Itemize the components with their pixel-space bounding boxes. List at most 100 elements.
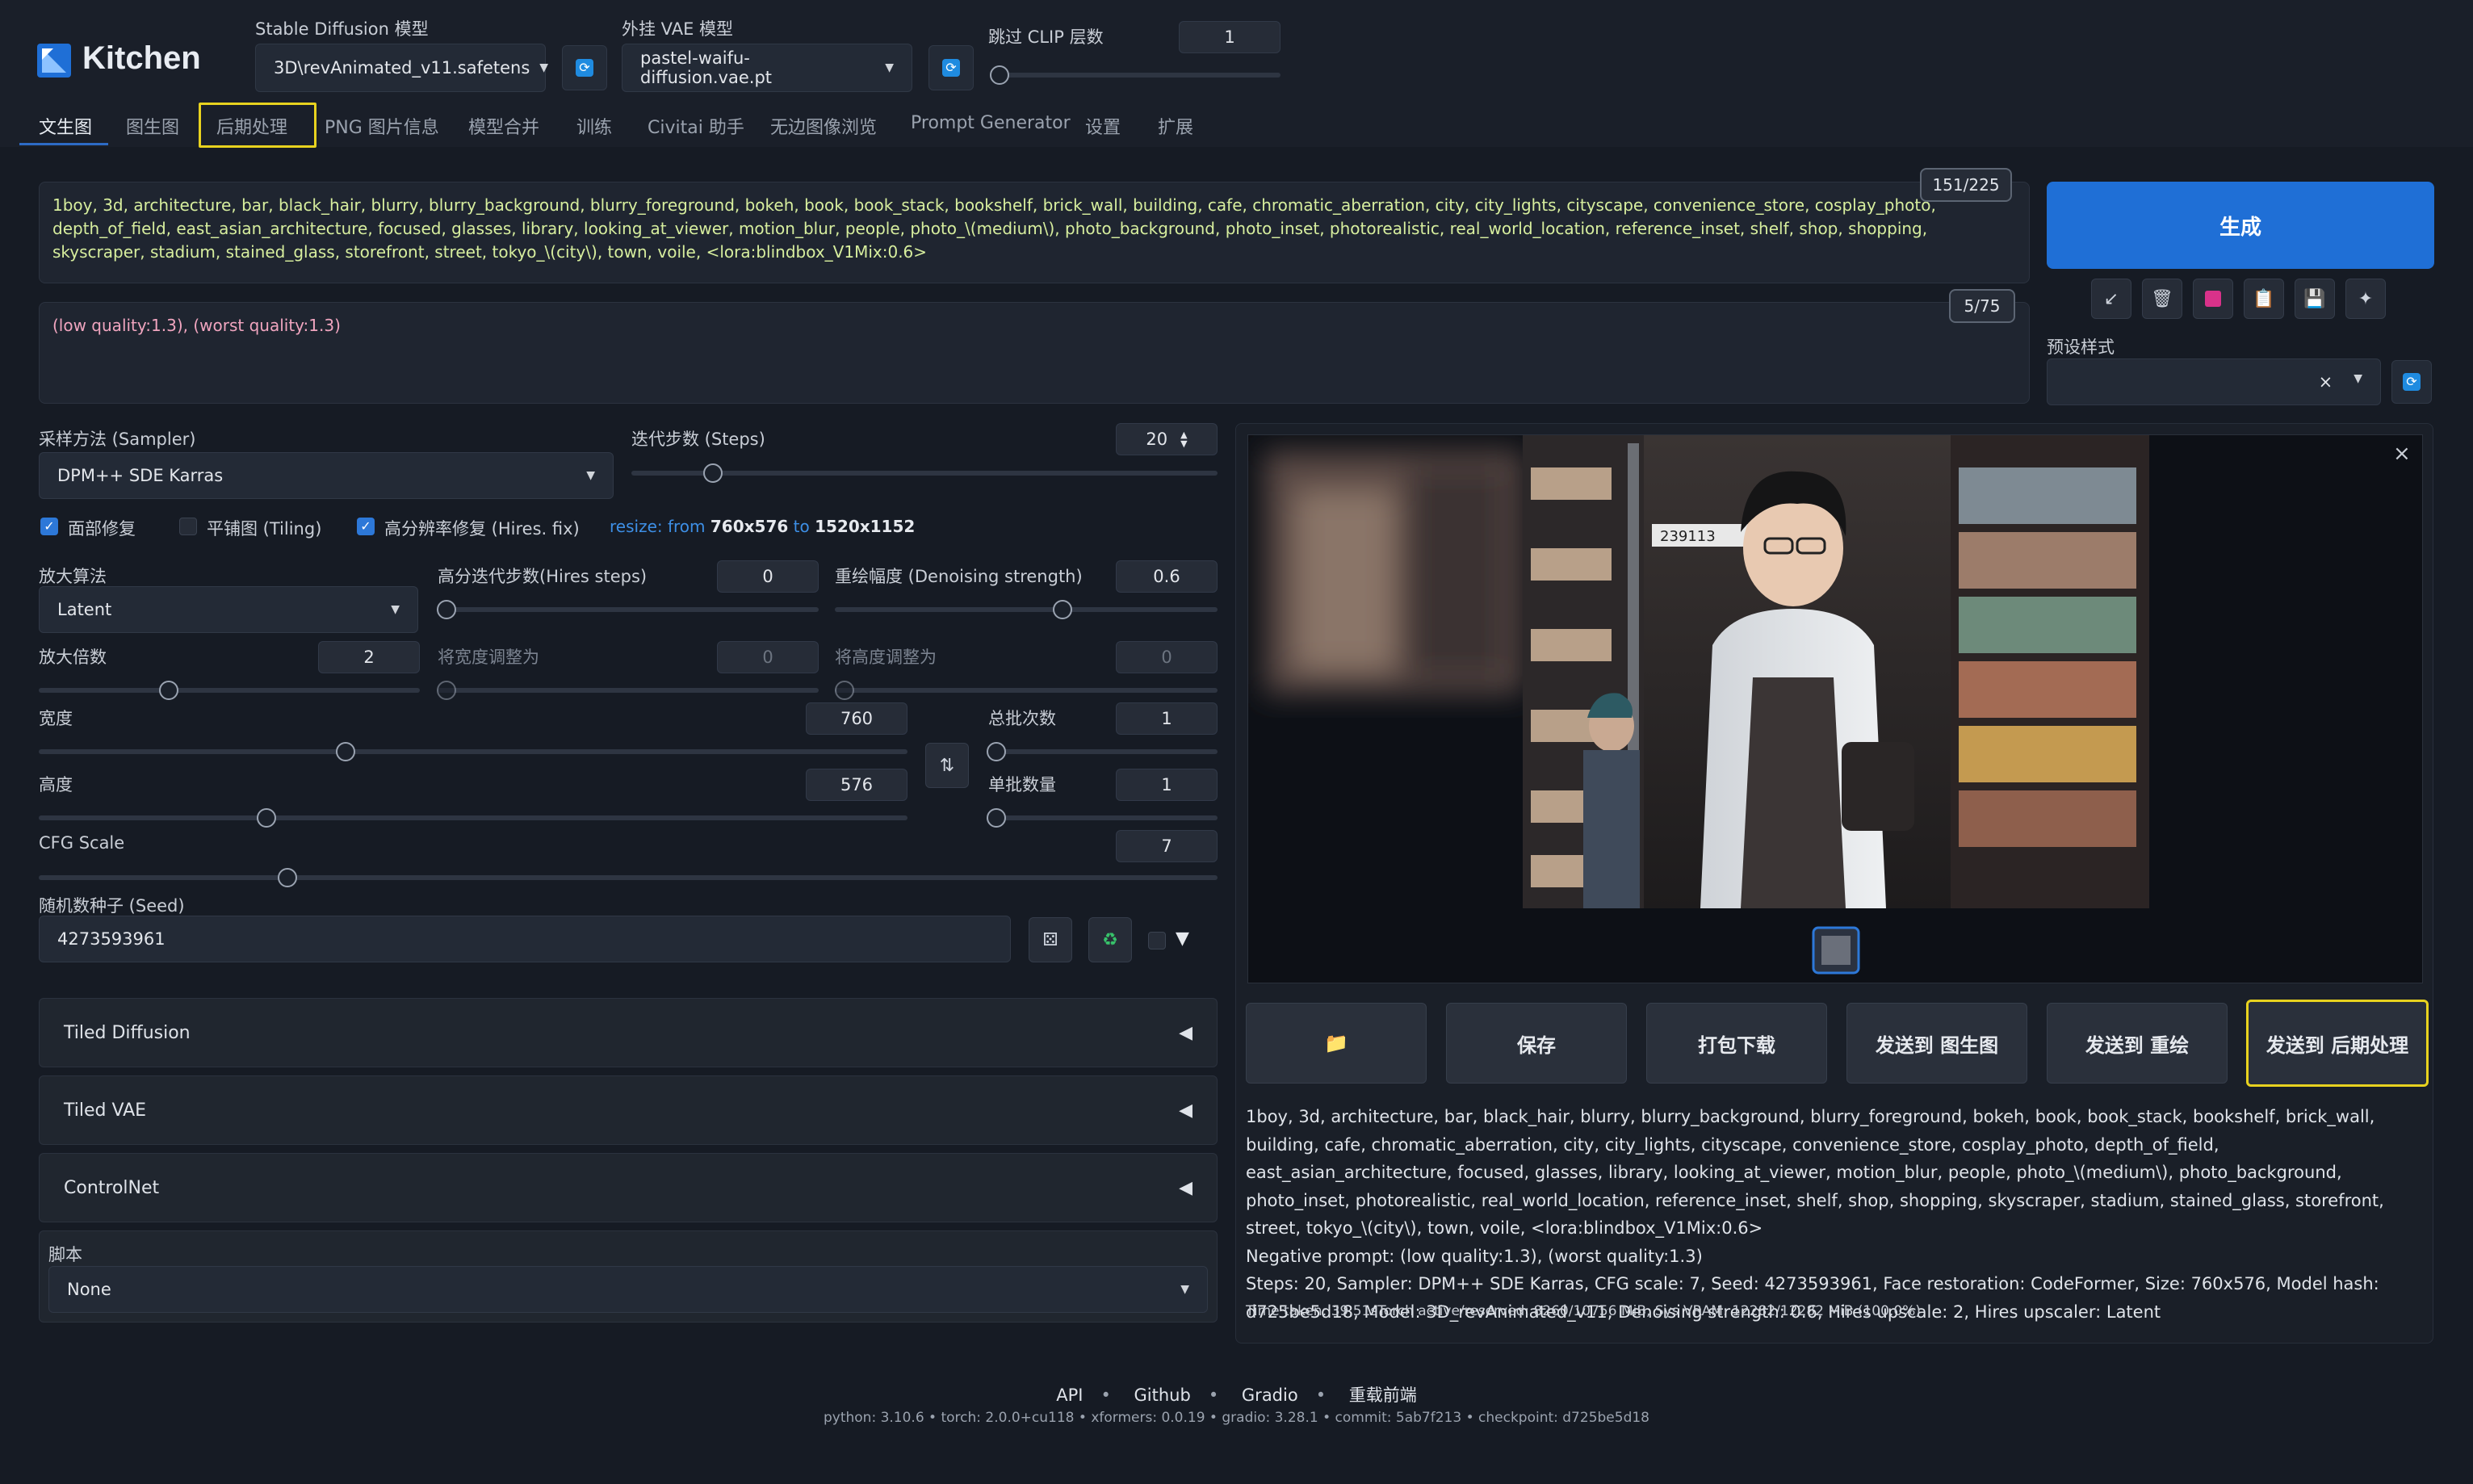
steps-slider-thumb[interactable] xyxy=(703,463,723,483)
resize-width-slider-thumb[interactable] xyxy=(437,681,456,700)
width-label: 宽度 xyxy=(39,709,73,728)
width-input[interactable]: 760 xyxy=(806,702,907,735)
accordion-tiled-vae[interactable]: Tiled VAE ◀ xyxy=(39,1075,1218,1145)
resize-width-input[interactable]: 0 xyxy=(717,641,819,673)
tab-civitai-helper[interactable]: Civitai 助手 xyxy=(648,113,744,139)
upscaler-select[interactable]: Latent ▼ xyxy=(39,586,418,633)
resize-width-slider-track[interactable] xyxy=(438,688,819,693)
hires-steps-input[interactable]: 0 xyxy=(717,560,819,593)
batch-size-slider-thumb[interactable] xyxy=(987,808,1006,828)
resize-height-input[interactable]: 0 xyxy=(1116,641,1218,673)
resize-height-label: 将高度调整为 xyxy=(835,648,937,667)
script-select[interactable]: None ▼ xyxy=(48,1266,1208,1313)
steps-input[interactable]: 20 ▲ ▼ xyxy=(1116,423,1218,455)
save-icon[interactable]: 💾 xyxy=(2295,279,2335,319)
denoise-label: 重绘幅度 (Denoising strength) xyxy=(835,567,1083,586)
upscale-by-slider-track[interactable] xyxy=(39,688,420,693)
negative-prompt-box[interactable]: (low quality:1.3), (worst quality:1.3) xyxy=(39,302,2030,404)
tab-settings[interactable]: 设置 xyxy=(1085,113,1121,139)
footer-link-api[interactable]: API xyxy=(1056,1385,1083,1405)
seed-input[interactable]: 4273593961 xyxy=(39,916,1011,962)
send-to-extras-button[interactable]: 发送到 后期处理 xyxy=(2246,1000,2429,1087)
width-slider-track[interactable] xyxy=(39,749,907,754)
image-gallery[interactable]: 239113 × xyxy=(1247,434,2423,983)
accordion-tiled-diffusion[interactable]: Tiled Diffusion ◀ xyxy=(39,998,1218,1067)
save-button[interactable]: 保存 xyxy=(1446,1003,1627,1084)
upscale-by-input[interactable]: 2 xyxy=(318,641,420,673)
batch-count-slider-track[interactable] xyxy=(988,749,1218,754)
preset-refresh-button[interactable]: ⟳ xyxy=(2391,360,2432,404)
resize-height-slider-track[interactable] xyxy=(835,688,1218,693)
tiling-label: 平铺图 (Tiling) xyxy=(207,519,322,539)
reuse-seed-recycle-icon[interactable]: ♻ xyxy=(1088,917,1132,962)
vae-select[interactable]: pastel-waifu-diffusion.vae.pt ▼ xyxy=(622,44,912,92)
magic-icon[interactable]: ✦ xyxy=(2345,279,2386,319)
sd-model-refresh-button[interactable]: ⟳ xyxy=(562,45,607,90)
extra-seed-checkbox[interactable] xyxy=(1148,932,1166,950)
extra-seed-toggle-icon[interactable]: ▼ xyxy=(1176,929,1189,949)
sampler-select[interactable]: DPM++ SDE Karras ▼ xyxy=(39,452,614,499)
swap-dimensions-icon[interactable]: ⇅ xyxy=(925,743,969,788)
random-seed-dice-icon[interactable]: ⚄ xyxy=(1029,917,1072,962)
tiling-checkbox[interactable] xyxy=(179,518,197,535)
denoise-slider-track[interactable] xyxy=(835,607,1218,612)
positive-prompt-box[interactable]: 1boy, 3d, architecture, bar, black_hair,… xyxy=(39,182,2030,283)
cfg-scale-slider-track[interactable] xyxy=(39,875,1218,880)
preset-styles-label: 预设样式 xyxy=(2047,337,2115,357)
chevron-down-icon: ▼ xyxy=(539,61,549,74)
send-to-inpaint-button[interactable]: 发送到 重绘 xyxy=(2047,1003,2228,1084)
tab-train[interactable]: 训练 xyxy=(576,113,612,139)
preset-styles-select[interactable]: × ▼ xyxy=(2047,358,2381,405)
height-slider-thumb[interactable] xyxy=(257,808,276,828)
clear-icon[interactable]: × xyxy=(2319,372,2333,392)
width-slider-thumb[interactable] xyxy=(336,742,355,761)
sd-model-select[interactable]: 3D\revAnimated_v11.safetens ▼ xyxy=(255,44,549,92)
tab-checkpoint-merger[interactable]: 模型合并 xyxy=(468,113,539,139)
open-folder-button[interactable]: 📁 xyxy=(1246,1003,1427,1084)
footer-link-github[interactable]: Github xyxy=(1134,1385,1191,1405)
hires-fix-checkbox[interactable]: ✓ xyxy=(357,518,375,535)
clip-skip-input[interactable]: 1 xyxy=(1179,21,1281,53)
height-slider-track[interactable] xyxy=(39,815,907,820)
clip-skip-slider-thumb[interactable] xyxy=(990,65,1009,85)
batch-count-slider-thumb[interactable] xyxy=(987,742,1006,761)
footer-link-reload[interactable]: 重载前端 xyxy=(1349,1385,1417,1405)
tab-txt2img[interactable]: 文生图 xyxy=(39,113,92,139)
trash-icon[interactable]: 🗑 xyxy=(2142,279,2182,319)
chevron-down-icon: ▼ xyxy=(586,469,595,482)
tab-infinite-image-browsing[interactable]: 无边图像浏览 xyxy=(770,113,877,139)
denoise-input[interactable]: 0.6 xyxy=(1116,560,1218,593)
upscale-by-slider-thumb[interactable] xyxy=(159,681,178,700)
height-input[interactable]: 576 xyxy=(806,769,907,801)
vae-refresh-button[interactable]: ⟳ xyxy=(928,45,974,90)
denoise-slider-thumb[interactable] xyxy=(1053,600,1072,619)
resize-width-label: 将宽度调整为 xyxy=(438,648,539,667)
tab-img2img[interactable]: 图生图 xyxy=(126,113,179,139)
batch-size-input[interactable]: 1 xyxy=(1116,769,1218,801)
hires-steps-slider-thumb[interactable] xyxy=(437,600,456,619)
app-title: Kitchen xyxy=(82,40,201,76)
footer-link-gradio[interactable]: Gradio xyxy=(1242,1385,1298,1405)
hires-steps-slider-track[interactable] xyxy=(438,607,819,612)
batch-size-slider-track[interactable] xyxy=(988,815,1218,820)
clipboard-icon[interactable]: 📋 xyxy=(2244,279,2284,319)
face-restore-checkbox[interactable]: ✓ xyxy=(40,518,58,535)
send-to-img2img-button[interactable]: 发送到 图生图 xyxy=(1846,1003,2027,1084)
tab-png-info[interactable]: PNG 图片信息 xyxy=(325,113,439,139)
sampler-value: DPM++ SDE Karras xyxy=(57,466,224,485)
cfg-scale-input[interactable]: 7 xyxy=(1116,830,1218,862)
image-icon[interactable] xyxy=(2193,279,2233,319)
tab-extensions[interactable]: 扩展 xyxy=(1158,113,1193,139)
generated-image: 239113 xyxy=(1264,435,2149,975)
batch-count-input[interactable]: 1 xyxy=(1116,702,1218,735)
zip-download-button[interactable]: 打包下载 xyxy=(1646,1003,1827,1084)
generate-button[interactable]: 生成 xyxy=(2047,182,2434,269)
cfg-scale-slider-thumb[interactable] xyxy=(278,868,297,887)
arrow-icon[interactable]: ↙ xyxy=(2091,279,2131,319)
resize-height-slider-thumb[interactable] xyxy=(835,681,854,700)
tab-prompt-generator[interactable]: Prompt Generator xyxy=(911,113,1071,133)
stepper-arrows-icon[interactable]: ▲ ▼ xyxy=(1180,430,1187,448)
close-icon[interactable]: × xyxy=(2393,442,2411,466)
accordion-controlnet[interactable]: ControlNet ◀ xyxy=(39,1153,1218,1222)
clip-skip-slider-track[interactable] xyxy=(991,73,1281,78)
